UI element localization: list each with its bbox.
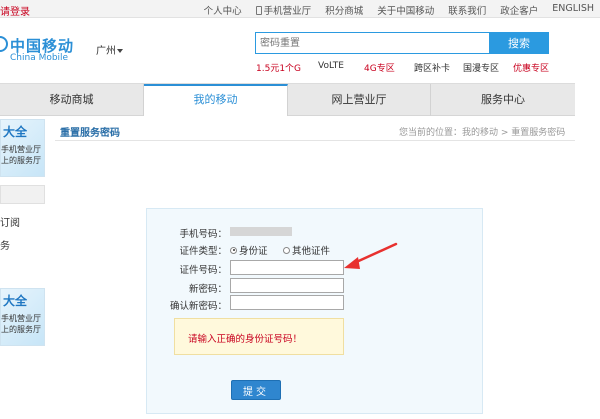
confirm-password-label: 确认新密码：: [169, 301, 227, 312]
top-utility-bar: 请登录 个人中心 手机营业厅 积分商城 关于中国移动 联系我们 政企客户 ENG…: [0, 0, 600, 18]
error-message: 请输入正确的身份证号码！: [188, 334, 303, 345]
sidebar-item-subscribe[interactable]: 订阅: [0, 214, 20, 229]
radio-selected-icon: [230, 246, 237, 254]
top-links: 个人中心 手机营业厅 积分商城 关于中国移动 联系我们 政企客户 ENGLISH: [190, 3, 594, 17]
top-link-english[interactable]: ENGLISH: [552, 3, 594, 17]
sidebar-banner-bottom[interactable]: 大全 手机营业厅 上的服务厅: [0, 288, 45, 346]
banner-title: 大全: [3, 294, 28, 308]
sidebar-banner-top[interactable]: 大全 手机营业厅 上的服务厅: [0, 119, 45, 177]
masked-phone-number: [230, 227, 292, 236]
annotation-arrow-icon: [344, 242, 398, 269]
banner-line-1: 手机营业厅: [1, 145, 41, 154]
top-link-enterprise[interactable]: 政企客户: [500, 3, 538, 17]
new-password-label: 新密码：: [188, 284, 227, 295]
banner-line-2: 上的服务厅: [1, 325, 41, 334]
search-box: [255, 32, 491, 54]
nav-item-service-center[interactable]: 服务中心: [431, 84, 575, 116]
caret-down-icon: [117, 49, 123, 53]
login-link[interactable]: 请登录: [0, 3, 30, 18]
nav-item-my-mobile[interactable]: 我的移动: [144, 84, 288, 116]
id-number-field-wrap: [230, 260, 344, 275]
hotlink-sim-replace[interactable]: 跨区补卡: [414, 61, 450, 74]
sidebar-section-header: [0, 185, 45, 204]
top-link-personal-center[interactable]: 个人中心: [204, 3, 242, 17]
id-type-label: 证件类型：: [179, 246, 227, 257]
breadcrumb: 您当前的位置：我的移动 > 重置服务密码: [399, 128, 566, 138]
top-link-points-mall[interactable]: 积分商城: [325, 3, 363, 17]
logo-mark-icon: [0, 36, 8, 52]
hotlink-data-plan[interactable]: 1.5元1个G: [256, 61, 301, 74]
logo-english: China Mobile: [10, 53, 69, 63]
title-divider: [55, 140, 575, 141]
banner-line-2: 上的服务厅: [1, 156, 41, 165]
radio-other-id-label: 其他证件: [292, 246, 331, 257]
top-link-contact[interactable]: 联系我们: [448, 3, 486, 17]
confirm-password-field-wrap: [230, 295, 344, 310]
banner-title: 大全: [3, 125, 28, 139]
nav-item-mall[interactable]: 移动商城: [0, 84, 144, 116]
radio-id-card-label: 身份证: [239, 246, 268, 257]
id-number-input[interactable]: [231, 261, 343, 274]
new-password-input[interactable]: [231, 279, 343, 292]
china-mobile-logo[interactable]: 中国移动 China Mobile: [0, 33, 80, 67]
city-label: 广州: [96, 46, 116, 57]
hotlink-4g[interactable]: 4G专区: [364, 61, 395, 74]
radio-unselected-icon: [283, 246, 290, 254]
search-input[interactable]: [256, 33, 490, 53]
error-message-box: 请输入正确的身份证号码！: [174, 318, 344, 355]
sidebar-item-service[interactable]: 务: [0, 237, 10, 252]
radio-id-card[interactable]: 身份证: [230, 243, 268, 257]
hot-links: 1.5元1个G VoLTE 4G专区 跨区补卡 国漫专区 优惠专区: [256, 61, 576, 74]
top-link-mobile-hall[interactable]: 手机营业厅: [255, 3, 312, 17]
page-title: 重置服务密码: [60, 128, 120, 139]
new-password-field-wrap: [230, 278, 344, 293]
id-number-label: 证件号码：: [179, 265, 227, 276]
radio-other-id[interactable]: 其他证件: [283, 243, 330, 257]
top-link-mobile-hall-label: 手机营业厅: [263, 6, 312, 17]
hotlink-volte[interactable]: VoLTE: [318, 61, 344, 71]
reset-password-form: 手机号码： 证件类型： 身份证 其他证件 证件号码： 新密码： 确认新密码： 请…: [146, 208, 483, 414]
top-link-about[interactable]: 关于中国移动: [377, 3, 434, 17]
search-button[interactable]: 搜索: [489, 32, 549, 54]
hotlink-offers[interactable]: 优惠专区: [513, 61, 549, 74]
banner-line-1: 手机营业厅: [1, 314, 41, 323]
phone-icon: [255, 6, 262, 15]
nav-item-online-hall[interactable]: 网上营业厅: [288, 84, 431, 116]
hotlink-roaming[interactable]: 国漫专区: [463, 61, 499, 74]
phone-label: 手机号码：: [179, 229, 227, 240]
submit-button[interactable]: 提交: [231, 380, 281, 400]
confirm-password-input[interactable]: [231, 296, 343, 309]
city-selector[interactable]: 广州: [96, 42, 123, 57]
main-nav: 移动商城 我的移动 网上营业厅 服务中心: [0, 83, 575, 116]
